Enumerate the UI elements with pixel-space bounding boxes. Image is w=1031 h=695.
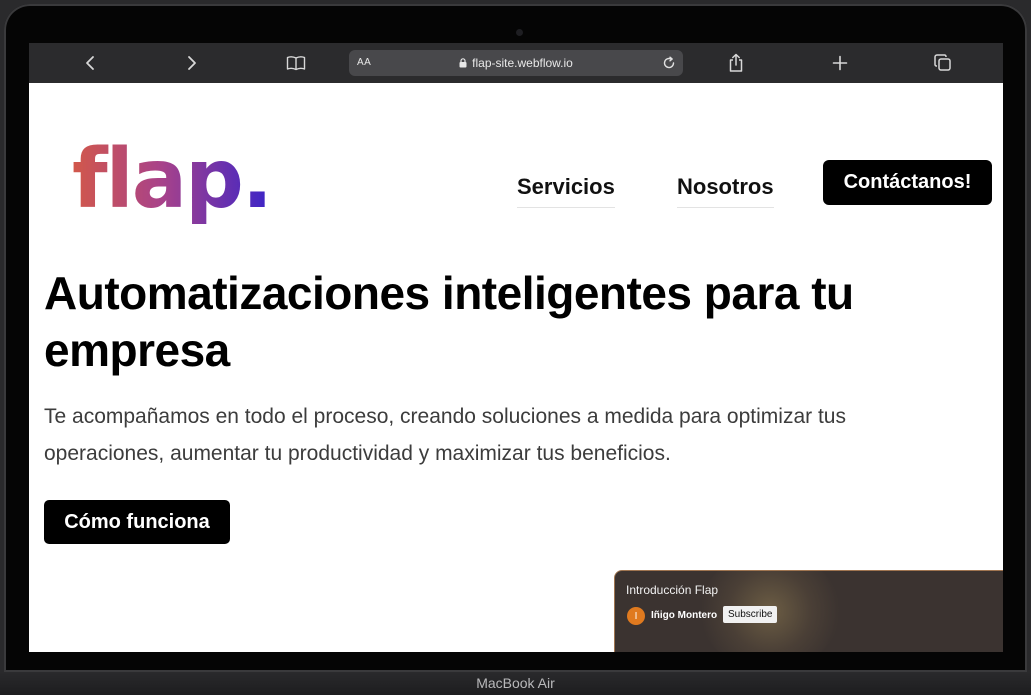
lock-icon (459, 58, 467, 68)
share-icon (729, 53, 743, 72)
reload-icon (663, 56, 675, 69)
laptop-frame: AA flap-site.webflow.io flap. Servicios … (0, 0, 1031, 695)
browser-toolbar: AA flap-site.webflow.io (29, 43, 1003, 83)
forward-icon (188, 56, 196, 70)
back-button[interactable] (76, 51, 104, 75)
channel-name[interactable]: Iñigo Montero (651, 610, 717, 621)
share-button[interactable] (722, 51, 750, 75)
site-logo[interactable]: flap. (72, 125, 273, 235)
nav-link-nosotros[interactable]: Nosotros (677, 174, 774, 208)
back-icon (86, 56, 94, 70)
reload-button[interactable] (659, 53, 679, 73)
bookmarks-icon (286, 56, 306, 71)
camera (516, 29, 523, 36)
address-bar[interactable]: AA flap-site.webflow.io (349, 50, 683, 76)
new-tab-icon (832, 55, 848, 71)
url-text: flap-site.webflow.io (472, 56, 573, 70)
bookmarks-button[interactable] (282, 51, 310, 75)
how-it-works-button[interactable]: Cómo funciona (44, 500, 230, 544)
hero-title: Automatizaciones inteligentes para tu em… (44, 267, 854, 376)
nav-link-servicios[interactable]: Servicios (517, 174, 615, 208)
url-display: flap-site.webflow.io (349, 50, 683, 76)
hero-subtitle: Te acompañamos en todo el proceso, crean… (44, 405, 846, 465)
contact-button[interactable]: Contáctanos! (823, 160, 992, 205)
forward-button[interactable] (178, 51, 206, 75)
video-title[interactable]: Introducción Flap (626, 583, 718, 597)
tabs-button[interactable] (929, 51, 957, 75)
screen: AA flap-site.webflow.io flap. Servicios … (29, 43, 1003, 652)
video-embed[interactable]: Introducción Flap I Iñigo Montero Subscr… (614, 570, 1003, 652)
subscribe-button[interactable]: Subscribe (723, 606, 778, 623)
new-tab-button[interactable] (826, 51, 854, 75)
device-model-label: MacBook Air (476, 675, 555, 691)
channel-avatar[interactable]: I (627, 607, 645, 625)
tabs-icon (934, 54, 951, 71)
